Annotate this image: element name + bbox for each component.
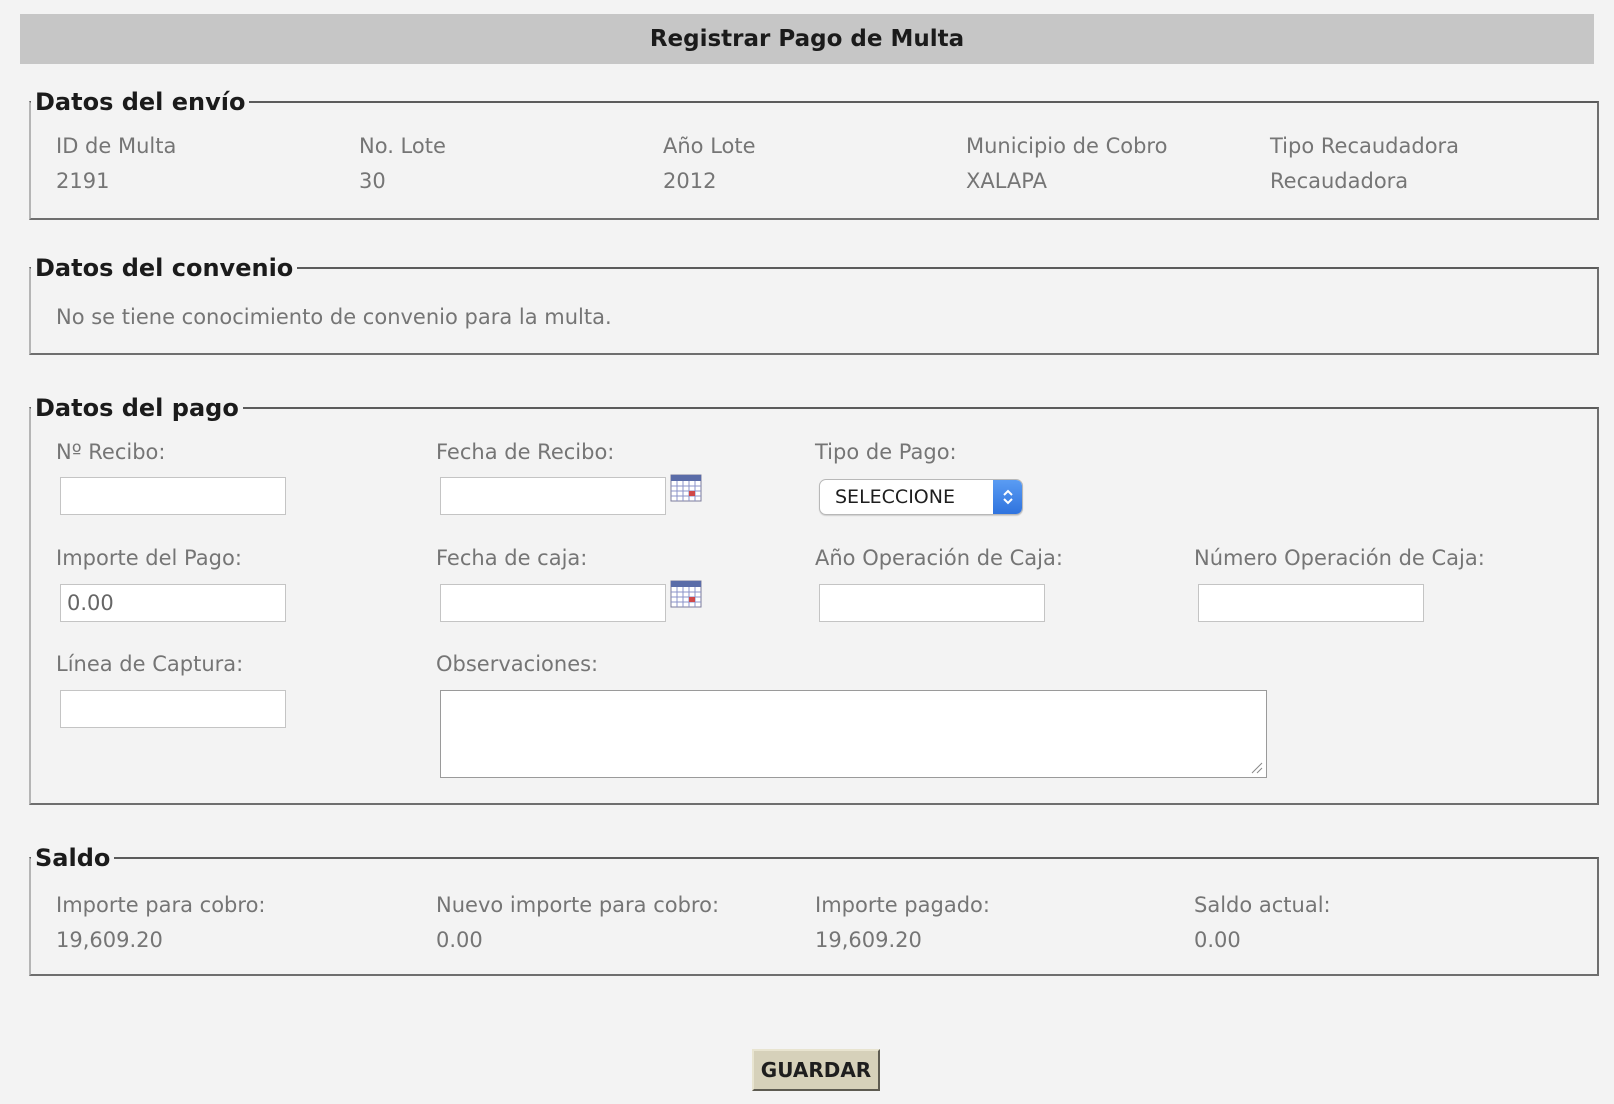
capture-line-input[interactable] <box>60 690 286 728</box>
payment-type-selected: SELECCIONE <box>835 486 955 508</box>
new-amount-to-collect-label: Nuevo importe para cobro: <box>436 893 720 917</box>
batch-year-label: Año Lote <box>663 134 756 158</box>
payment-type-label: Tipo de Pago: <box>815 440 957 464</box>
fine-id-value: 2191 <box>56 169 110 193</box>
collector-type-label: Tipo Recaudadora <box>1270 134 1460 158</box>
payment-type-select[interactable]: SELECCIONE <box>819 479 1023 515</box>
save-button[interactable]: GUARDAR <box>752 1049 880 1091</box>
agreement-data-legend: Datos del convenio <box>35 254 294 282</box>
register-fine-payment-page: Registrar Pago de Multa Datos del envío … <box>0 0 1614 1104</box>
collection-municipality-label: Municipio de Cobro <box>966 134 1168 158</box>
payment-amount-input[interactable]: 0.00 <box>60 584 286 622</box>
receipt-date-label: Fecha de Recibo: <box>436 440 615 464</box>
cash-date-label: Fecha de caja: <box>436 546 588 570</box>
capture-line-label: Línea de Captura: <box>56 652 244 676</box>
fine-id-label: ID de Multa <box>56 134 177 158</box>
calendar-icon[interactable] <box>670 474 702 502</box>
payment-amount-label: Importe del Pago: <box>56 546 242 570</box>
current-balance-label: Saldo actual: <box>1194 893 1331 917</box>
cash-operation-year-label: Año Operación de Caja: <box>815 546 1063 570</box>
amount-paid-value: 19,609.20 <box>815 928 922 952</box>
amount-to-collect-value: 19,609.20 <box>56 928 163 952</box>
agreement-message: No se tiene conocimiento de convenio par… <box>56 305 612 329</box>
receipt-date-input[interactable] <box>440 477 666 515</box>
current-balance-value: 0.00 <box>1194 928 1241 952</box>
select-arrows-icon <box>993 480 1022 514</box>
cash-operation-number-label: Número Operación de Caja: <box>1194 546 1485 570</box>
batch-number-value: 30 <box>359 169 386 193</box>
cash-operation-year-input[interactable] <box>819 584 1045 622</box>
page-title: Registrar Pago de Multa <box>20 14 1594 64</box>
shipment-data-legend: Datos del envío <box>35 88 246 116</box>
amount-paid-label: Importe pagado: <box>815 893 990 917</box>
new-amount-to-collect-value: 0.00 <box>436 928 483 952</box>
payment-data-legend: Datos del pago <box>35 394 239 422</box>
batch-year-value: 2012 <box>663 169 717 193</box>
collector-type-value: Recaudadora <box>1270 169 1409 193</box>
receipt-number-input[interactable] <box>60 477 286 515</box>
balance-legend: Saldo <box>35 844 111 872</box>
batch-number-label: No. Lote <box>359 134 446 158</box>
resize-grip-icon[interactable] <box>1249 760 1263 774</box>
collection-municipality-value: XALAPA <box>966 169 1047 193</box>
cash-operation-number-input[interactable] <box>1198 584 1424 622</box>
amount-to-collect-label: Importe para cobro: <box>56 893 266 917</box>
receipt-number-label: Nº Recibo: <box>56 440 166 464</box>
observations-label: Observaciones: <box>436 652 599 676</box>
observations-textarea[interactable] <box>440 690 1267 778</box>
cash-date-input[interactable] <box>440 584 666 622</box>
calendar-icon[interactable] <box>670 580 702 608</box>
